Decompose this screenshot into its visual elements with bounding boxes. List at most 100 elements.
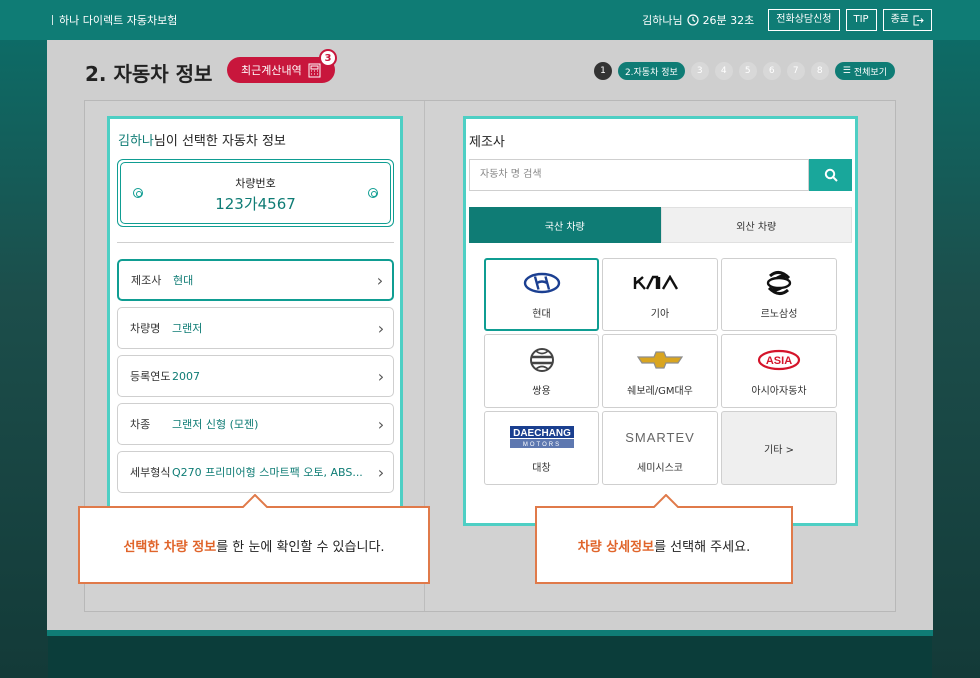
step-indicator: 1 2.자동차 정보 3 4 5 6 7 8 ☰ 전체보기 (593, 62, 895, 80)
renault-samsung-logo-icon (762, 269, 796, 297)
manufacturer-select-card: 제조사 자동차 명 검색 국산 차량 외산 차량 현대 기아 르노삼성 쌍용 쉐… (463, 116, 858, 526)
selected-car-info-card: 김하나님이 선택한 자동차 정보 차량번호 123가4567 제조사 현대 › … (107, 116, 403, 509)
manufacturer-grid: 현대 기아 르노삼성 쌍용 쉐보레/GM대우 ASIA 아시아자동차 DAECH… (484, 258, 839, 486)
maker-hyundai[interactable]: 현대 (484, 258, 599, 331)
menu-icon: ☰ (842, 66, 851, 76)
clock-icon (686, 14, 699, 26)
brand: 하나 다이렉트 자동차보험 (52, 12, 177, 28)
maker-renault-samsung[interactable]: 르노삼성 (721, 258, 837, 331)
maker-ssangyong[interactable]: 쌍용 (484, 334, 599, 408)
right-tooltip-text: 를 선택해 주세요. (654, 539, 751, 555)
license-plate: 차량번호 123가4567 (117, 159, 394, 227)
maker-asia-motors[interactable]: ASIA 아시아자동차 (721, 334, 837, 408)
step-8[interactable]: 8 (810, 62, 829, 80)
manufacturer-heading: 제조사 (469, 135, 505, 150)
step-4[interactable]: 4 (714, 62, 733, 80)
brand-title: 하나 다이렉트 자동차보험 (59, 14, 178, 27)
info-row-car-name[interactable]: 차량명 그랜저 › (117, 307, 394, 349)
asia-logo-icon: ASIA (757, 346, 801, 374)
step-5[interactable]: 5 (738, 62, 757, 80)
tip-label: TIP (853, 14, 869, 25)
brand-divider (52, 15, 53, 25)
info-row-key: 차량명 (130, 322, 161, 335)
phone-consult-button[interactable]: 전화상담신청 (768, 9, 840, 31)
right-tooltip-highlight: 차량 상세정보 (577, 539, 655, 555)
recent-calc-label: 최근계산내역 (241, 64, 302, 77)
chevrolet-logo-icon (636, 346, 684, 374)
info-row-manufacturer[interactable]: 제조사 현대 › (117, 259, 394, 301)
recent-calc-button[interactable]: 최근계산내역 3 (227, 49, 337, 83)
recent-count-badge: 3 (319, 49, 337, 67)
maker-label: 현대 (532, 309, 551, 320)
daechang-logo-subtext: MOTORS (522, 442, 560, 448)
plate-label: 차량번호 (235, 177, 276, 190)
chevron-right-icon: › (377, 318, 385, 338)
chevron-right-icon: › (376, 270, 384, 290)
chevron-right-icon: › (377, 462, 385, 482)
step-2-current[interactable]: 2.자동차 정보 (617, 62, 685, 80)
search-button[interactable] (809, 159, 852, 191)
session-timer: 26분 32초 (702, 14, 755, 27)
tooltip-arrow (653, 494, 679, 508)
origin-tabs: 국산 차량 외산 차량 (469, 207, 852, 243)
car-search-input[interactable]: 자동차 명 검색 (469, 159, 809, 191)
info-row-key: 등록연도 (130, 370, 171, 383)
top-bar: 하나 다이렉트 자동차보험 김하나님 26분 32초 전화상담신청 TIP 종료 (0, 0, 980, 40)
left-tooltip: 선택한 차량 정보를 한 눈에 확인할 수 있습니다. (78, 494, 430, 584)
smartev-logo-icon: SMARTEV (619, 423, 701, 451)
daechang-logo-text: DAECHANG (513, 428, 571, 439)
user-name-highlight: 김하나 (118, 134, 154, 149)
info-row-model[interactable]: 차종 그랜저 신형 (모젠) › (117, 403, 394, 445)
daechang-logo-icon: DAECHANG MOTORS (509, 423, 575, 451)
top-bar-actions: 김하나님 26분 32초 전화상담신청 TIP 종료 (642, 9, 932, 31)
chevron-right-icon: › (377, 414, 385, 434)
license-plate-inner: 차량번호 123가4567 (120, 162, 391, 224)
section-divider (117, 242, 394, 243)
maker-daechang[interactable]: DAECHANG MOTORS 대창 (484, 411, 599, 485)
chevron-right-icon: › (377, 366, 385, 386)
info-row-value: 그랜저 (172, 322, 203, 335)
plate-number: 123가4567 (215, 195, 296, 213)
phone-consult-label: 전화상담신청 (776, 14, 832, 25)
asia-logo-text: ASIA (766, 355, 792, 367)
info-row-value: 2007 (172, 369, 200, 383)
maker-label: 르노삼성 (760, 309, 798, 320)
info-row-trim[interactable]: 세부형식 Q270 프리미어형 스마트팩 오토, ABS... › (117, 451, 394, 493)
maker-kia[interactable]: 기아 (602, 258, 718, 331)
step-1[interactable]: 1 (593, 62, 612, 80)
right-tooltip: 차량 상세정보를 선택해 주세요. (535, 494, 793, 584)
maker-chevrolet-gm[interactable]: 쉐보레/GM대우 (602, 334, 718, 408)
info-row-registration-year[interactable]: 등록연도 2007 › (117, 355, 394, 397)
selected-car-heading-text: 님이 선택한 자동차 정보 (153, 134, 286, 149)
hyundai-logo-icon (523, 269, 561, 297)
info-row-key: 세부형식 (130, 466, 171, 479)
maker-label: 세미시스코 (637, 462, 683, 474)
maker-semisysco[interactable]: SMARTEV 세미시스코 (602, 411, 718, 485)
etc-label: 기타 > (764, 444, 794, 456)
tip-button[interactable]: TIP (845, 9, 877, 31)
info-row-value: 현대 (173, 274, 194, 287)
maker-label: 기아 (650, 309, 670, 320)
exit-label: 종료 (890, 14, 909, 25)
tooltip-arrow (242, 494, 268, 508)
info-row-key: 제조사 (131, 274, 162, 287)
search-icon (824, 168, 838, 182)
tab-domestic[interactable]: 국산 차량 (469, 207, 661, 243)
maker-label: 대창 (532, 462, 551, 474)
info-row-key: 차종 (130, 418, 151, 431)
step-7[interactable]: 7 (786, 62, 805, 80)
left-tooltip-highlight: 선택한 차량 정보 (123, 539, 217, 555)
maker-label: 쌍용 (532, 385, 551, 397)
tab-imported[interactable]: 외산 차량 (660, 207, 852, 243)
maker-etc-button[interactable]: 기타 > (721, 411, 837, 485)
page-title: 2. 자동차 정보 (85, 62, 213, 86)
maker-label: 쉐보레/GM대우 (627, 385, 693, 397)
info-row-value: Q270 프리미어형 스마트팩 오토, ABS... (172, 466, 363, 479)
exit-button[interactable]: 종료 (882, 9, 932, 31)
user-info: 김하나님 26분 32초 (642, 12, 754, 28)
step-3[interactable]: 3 (690, 62, 709, 80)
view-all-steps-button[interactable]: ☰ 전체보기 (834, 62, 895, 80)
background-right (932, 40, 980, 678)
background-left (0, 40, 48, 678)
step-6[interactable]: 6 (762, 62, 781, 80)
